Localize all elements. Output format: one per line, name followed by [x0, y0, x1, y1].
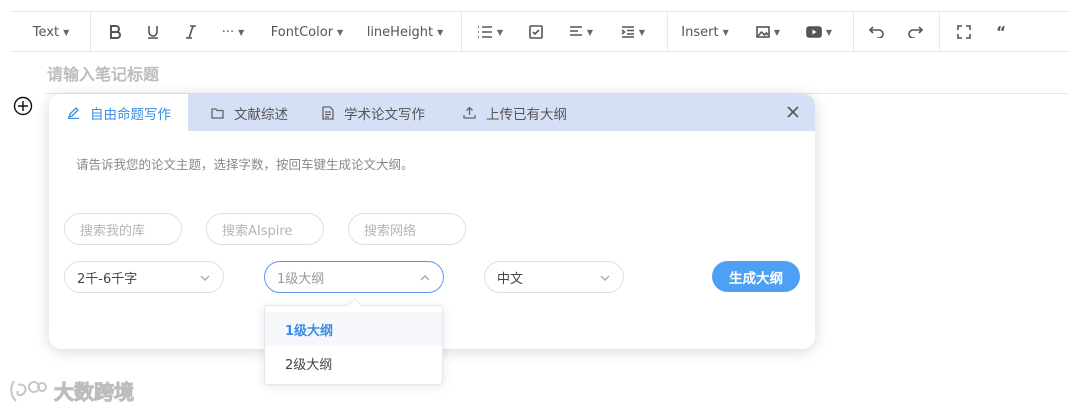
undo-button[interactable]: [866, 12, 888, 52]
word-count-select[interactable]: 2千-6千字: [64, 261, 224, 293]
close-button[interactable]: [785, 104, 801, 120]
tab-upload-outline[interactable]: 上传已有大纲: [463, 94, 567, 131]
italic-icon: [186, 25, 196, 39]
tab-label: 文献综述: [234, 106, 288, 123]
watermark: 大数跨境: [8, 376, 135, 405]
chevron-up-icon: [419, 272, 431, 284]
dropdown-option-level-1[interactable]: 1级大纲: [265, 312, 442, 346]
watermark-text: 大数跨境: [54, 380, 135, 405]
align-dropdown[interactable]: ▼: [566, 12, 596, 52]
video-icon: [806, 26, 822, 38]
close-icon: [787, 106, 799, 118]
language-value: 中文: [497, 271, 524, 287]
checkbox-icon: [529, 25, 543, 39]
caret-down-icon: ▼: [337, 27, 344, 37]
upload-icon: [463, 106, 476, 119]
outline-level-placeholder: 1级大纲: [277, 271, 325, 287]
generate-outline-button[interactable]: 生成大纲: [712, 261, 800, 292]
search-my-library-button[interactable]: 搜索我的库: [64, 213, 182, 245]
toolbar-divider: [667, 12, 668, 52]
editor-toolbar: Text ▼ ··· ▼ FontColor ▼ lineHeight ▼ ▼ ▼ ▼ …: [12, 11, 1069, 52]
chevron-down-icon: [199, 272, 211, 284]
toolbar-divider: [461, 12, 462, 52]
tab-literature-review[interactable]: 文献综述: [211, 94, 288, 131]
redo-icon: [908, 26, 923, 38]
caret-down-icon: ▼: [773, 27, 781, 37]
todo-button[interactable]: [526, 12, 546, 52]
line-height-dropdown[interactable]: lineHeight ▼: [362, 12, 448, 52]
caret-down-icon: ▼: [496, 27, 504, 37]
plus-circle-icon: [13, 96, 33, 116]
line-height-label: lineHeight: [366, 24, 434, 40]
bold-icon: [110, 25, 121, 39]
toolbar-divider: [853, 12, 854, 52]
caret-down-icon: ▼: [722, 27, 729, 37]
word-count-value: 2千-6千字: [77, 271, 138, 287]
panel-tab-bar: 自由命题写作 文献综述 学术论文写作 上传已有大纲: [49, 94, 815, 131]
fullscreen-icon: [957, 25, 971, 39]
chevron-down-icon: [599, 272, 611, 284]
font-color-dropdown[interactable]: FontColor ▼: [267, 12, 347, 52]
document-icon: [322, 105, 334, 120]
topic-input[interactable]: 请告诉我您的论文主题，选择字数，按回车键生成论文大纲。: [76, 154, 414, 173]
note-title-input[interactable]: 请输入笔记标题: [47, 61, 159, 85]
quote-button[interactable]: “: [990, 12, 1012, 52]
tab-label: 上传已有大纲: [486, 106, 567, 123]
indent-icon: [621, 26, 634, 38]
image-icon: [756, 26, 770, 38]
caret-down-icon: ▼: [638, 27, 646, 37]
search-aispire-button[interactable]: 搜索AIspire: [206, 213, 324, 245]
more-format-dropdown[interactable]: ··· ▼: [216, 12, 250, 52]
video-dropdown[interactable]: ▼: [804, 12, 834, 52]
more-icon: ···: [221, 24, 235, 40]
caret-down-icon: ▼: [825, 27, 833, 37]
outline-level-dropdown: 1级大纲 2级大纲: [264, 297, 443, 385]
search-web-button[interactable]: 搜索网络: [348, 213, 466, 245]
outline-level-select[interactable]: 1级大纲: [264, 261, 444, 293]
insert-label: Insert: [681, 24, 719, 40]
dropdown-option-level-2[interactable]: 2级大纲: [265, 346, 442, 380]
text-style-dropdown[interactable]: Text ▼: [12, 12, 90, 52]
watermark-logo-icon: [10, 379, 47, 402]
tab-free-topic[interactable]: 自由命题写作: [49, 94, 188, 131]
image-dropdown[interactable]: ▼: [754, 12, 782, 52]
indent-dropdown[interactable]: ▼: [618, 12, 648, 52]
text-style-label: Text: [32, 24, 60, 40]
quote-icon: “: [996, 23, 1006, 41]
undo-icon: [869, 26, 884, 38]
bold-button[interactable]: [102, 12, 128, 52]
folder-icon: [211, 107, 224, 119]
caret-down-icon: ▼: [586, 27, 594, 37]
underline-button[interactable]: [140, 12, 166, 52]
caret-down-icon: ▼: [63, 27, 70, 37]
align-left-icon: [569, 26, 582, 36]
bullet-list-dropdown[interactable]: ▼: [474, 12, 506, 52]
tab-label: 自由命题写作: [90, 106, 171, 123]
toolbar-divider: [90, 12, 91, 52]
caret-down-icon: ▼: [238, 27, 245, 37]
pencil-icon: [67, 107, 79, 119]
insert-dropdown[interactable]: Insert ▼: [680, 12, 730, 52]
toolbar-divider: [939, 12, 940, 52]
add-block-button[interactable]: [13, 96, 33, 116]
tab-academic-paper[interactable]: 学术论文写作: [322, 94, 425, 131]
font-color-label: FontColor: [270, 24, 334, 40]
redo-button[interactable]: [904, 12, 926, 52]
underline-icon: [148, 26, 158, 39]
language-select[interactable]: 中文: [484, 261, 624, 293]
tab-label: 学术论文写作: [344, 106, 425, 123]
fullscreen-button[interactable]: [954, 12, 974, 52]
caret-down-icon: ▼: [437, 27, 444, 37]
italic-button[interactable]: [178, 12, 204, 52]
bullet-list-icon: [477, 26, 492, 38]
